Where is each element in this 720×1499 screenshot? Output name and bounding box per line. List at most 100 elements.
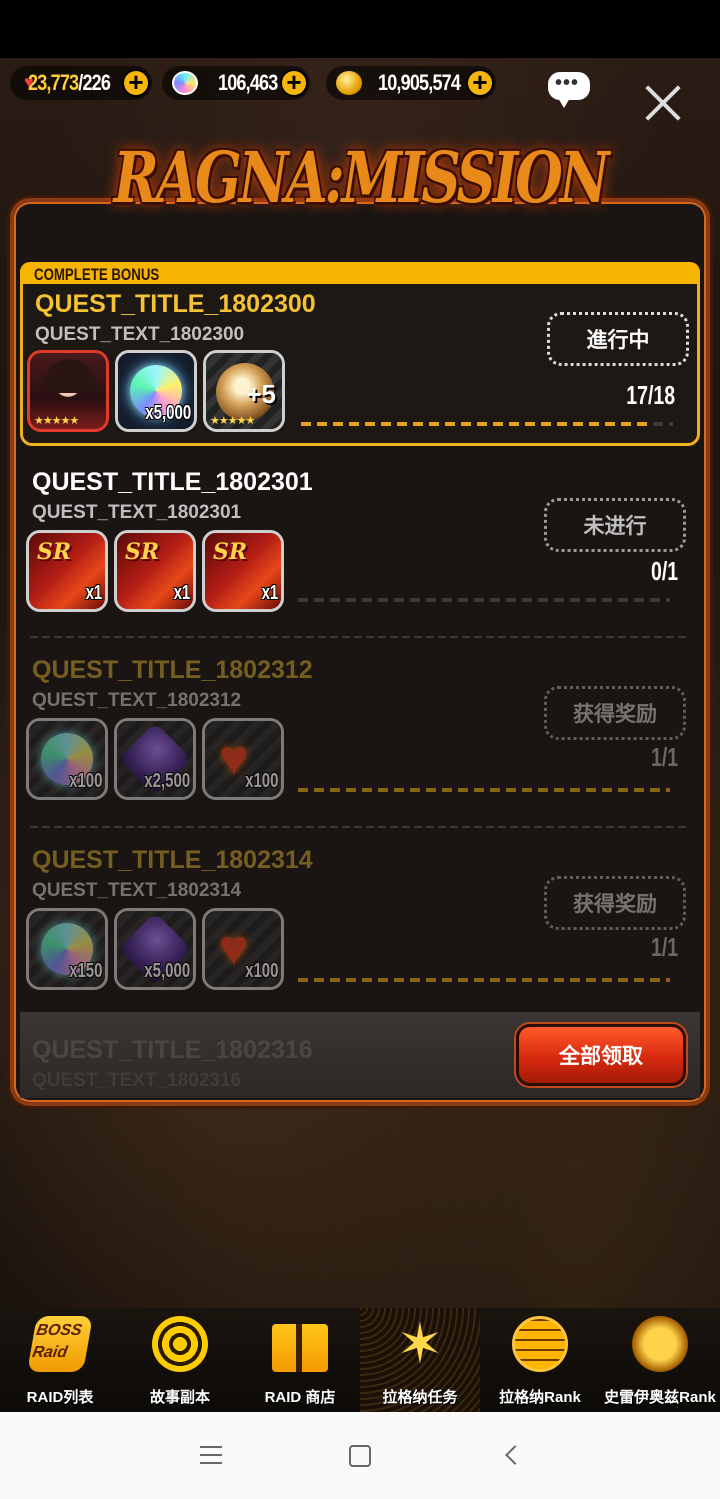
quest-row[interactable]: QUEST_TITLE_1802300 QUEST_TEXT_1802300 進… <box>20 284 700 446</box>
back-icon[interactable] <box>505 1445 525 1465</box>
stamina-max: /226 <box>78 70 111 95</box>
quest-row[interactable]: QUEST_TITLE_1802312 QUEST_TEXT_1802312 获… <box>20 648 700 836</box>
reward-item[interactable]: +5 ★★★★★ <box>203 350 285 432</box>
menu-icon[interactable] <box>200 1446 222 1464</box>
quest-status-button[interactable]: 進行中 <box>547 312 689 366</box>
status-bar <box>0 0 720 58</box>
reward-quantity: x100 <box>244 770 278 792</box>
rank-globe-icon <box>512 1316 568 1372</box>
quest-progress: 1/1 <box>650 932 678 962</box>
star-rating: ★★★★★ <box>210 415 255 427</box>
complete-bonus-label: COMPLETE BONUS <box>34 265 160 284</box>
close-icon[interactable] <box>642 82 684 124</box>
gold-coin-icon <box>336 71 362 95</box>
quest-text: QUEST_TEXT_1802316 <box>32 1070 242 1091</box>
reward-item[interactable]: ♥ x100 <box>202 718 284 800</box>
nav-item-raid-shop[interactable]: RAID 商店 <box>240 1308 360 1412</box>
slayers-icon <box>632 1316 688 1372</box>
add-gems-button[interactable]: + <box>280 69 308 97</box>
quest-text: QUEST_TEXT_1802312 <box>32 690 242 711</box>
quest-text: QUEST_TEXT_1802314 <box>32 880 242 901</box>
reward-quantity: x5,000 <box>145 402 191 424</box>
row-divider <box>30 826 690 828</box>
quest-progress: 0/1 <box>650 556 678 586</box>
story-icon <box>152 1316 208 1372</box>
nav-label: 史雷伊奥兹Rank <box>604 1389 716 1406</box>
quest-progress: 1/1 <box>650 742 678 772</box>
panel-footer: QUEST_TITLE_1802316 QUEST_TEXT_1802316 全… <box>20 1012 700 1098</box>
nav-label: RAID 商店 <box>264 1389 336 1406</box>
progress-fill <box>301 422 651 426</box>
quest-progress: 17/18 <box>626 380 675 410</box>
quest-title: QUEST_TITLE_1802301 <box>32 468 313 496</box>
quest-row[interactable]: QUEST_TITLE_1802301 QUEST_TEXT_1802301 未… <box>20 458 700 646</box>
reward-list: x1 x1 x1 <box>26 530 284 612</box>
reward-list: x150 x5,000 ♥ x100 <box>26 908 284 990</box>
reward-quantity: x5,000 <box>144 960 190 982</box>
nav-label: RAID列表 <box>26 1389 94 1406</box>
mission-icon: ✶ <box>396 1312 444 1375</box>
gem-value: 106,463 <box>218 70 278 95</box>
quest-text: QUEST_TEXT_1802301 <box>32 502 242 523</box>
quest-list[interactable]: COMPLETE BONUS QUEST_TITLE_1802300 QUEST… <box>20 262 702 1098</box>
stamina-counter: ♥ 23,773/226 + <box>10 66 152 100</box>
nav-label: 拉格纳Rank <box>499 1389 581 1406</box>
bottom-nav: RAID列表 故事副本 RAID 商店 ✶ 拉格纳任务 拉格纳Rank 史雷伊奥… <box>0 1308 720 1412</box>
quest-text: QUEST_TEXT_1802300 <box>35 324 245 345</box>
gem-icon <box>172 71 198 95</box>
reward-item[interactable]: x5,000 <box>115 350 197 432</box>
nav-item-ragna-mission[interactable]: ✶ 拉格纳任务 <box>360 1308 480 1412</box>
reward-item[interactable]: x5,000 <box>114 908 196 990</box>
reward-item[interactable]: ♥ x100 <box>202 908 284 990</box>
quest-row[interactable]: QUEST_TITLE_1802314 QUEST_TEXT_1802314 获… <box>20 838 700 1026</box>
gold-counter: 10,905,574 + <box>326 66 496 100</box>
quest-title: QUEST_TITLE_1802314 <box>32 846 313 874</box>
panel-title: RAGNA:MISSION <box>113 135 610 219</box>
reward-quantity: x2,500 <box>144 770 190 792</box>
reward-quantity: +5 <box>246 379 276 409</box>
gold-value: 10,905,574 <box>378 70 461 95</box>
nav-label: 拉格纳任务 <box>382 1389 458 1406</box>
reward-quantity: x150 <box>68 960 102 982</box>
reward-quantity: x1 <box>85 582 102 604</box>
quest-status-button[interactable]: 获得奖励 <box>544 686 686 740</box>
reward-item[interactable]: x100 <box>26 718 108 800</box>
home-icon[interactable] <box>349 1445 371 1467</box>
reward-quantity: x100 <box>244 960 278 982</box>
reward-item[interactable]: ★★★★★ <box>27 350 109 432</box>
claim-all-button[interactable]: 全部领取 <box>516 1024 686 1086</box>
reward-quantity: x100 <box>68 770 102 792</box>
reward-item[interactable]: x1 <box>114 530 196 612</box>
quest-status-button[interactable]: 获得奖励 <box>544 876 686 930</box>
boss-raid-icon <box>27 1316 93 1372</box>
reward-item[interactable]: x150 <box>26 908 108 990</box>
add-stamina-button[interactable]: + <box>122 69 150 97</box>
gem-counter: 106,463 + <box>162 66 310 100</box>
reward-list: ★★★★★ x5,000 +5 ★★★★★ <box>27 350 285 432</box>
progress-fill <box>298 978 670 982</box>
gift-icon <box>272 1324 328 1372</box>
progress-fill <box>298 788 670 792</box>
nav-item-ragna-rank[interactable]: 拉格纳Rank <box>480 1308 600 1412</box>
reward-list: x100 x2,500 ♥ x100 <box>26 718 284 800</box>
quest-status-button[interactable]: 未进行 <box>544 498 686 552</box>
reward-quantity: x1 <box>261 582 278 604</box>
nav-item-slayers-rank[interactable]: 史雷伊奥兹Rank <box>600 1308 720 1412</box>
resource-bar: ♥ 23,773/226 + 106,463 + 10,905,574 + <box>0 64 720 104</box>
nav-item-raid-list[interactable]: RAID列表 <box>0 1308 120 1412</box>
chat-icon[interactable] <box>548 72 590 108</box>
quest-title: QUEST_TITLE_1802316 <box>32 1036 313 1064</box>
quest-title: QUEST_TITLE_1802312 <box>32 656 313 684</box>
row-divider <box>30 636 690 638</box>
system-nav-bar <box>0 1412 720 1499</box>
star-rating: ★★★★★ <box>34 415 79 427</box>
reward-item[interactable]: x2,500 <box>114 718 196 800</box>
add-gold-button[interactable]: + <box>466 69 494 97</box>
nav-item-story[interactable]: 故事副本 <box>120 1308 240 1412</box>
progress-track <box>298 598 670 602</box>
nav-label: 故事副本 <box>149 1389 210 1406</box>
stamina-value: 23,773 <box>28 70 79 95</box>
reward-item[interactable]: x1 <box>202 530 284 612</box>
reward-item[interactable]: x1 <box>26 530 108 612</box>
quest-title: QUEST_TITLE_1802300 <box>35 290 316 318</box>
